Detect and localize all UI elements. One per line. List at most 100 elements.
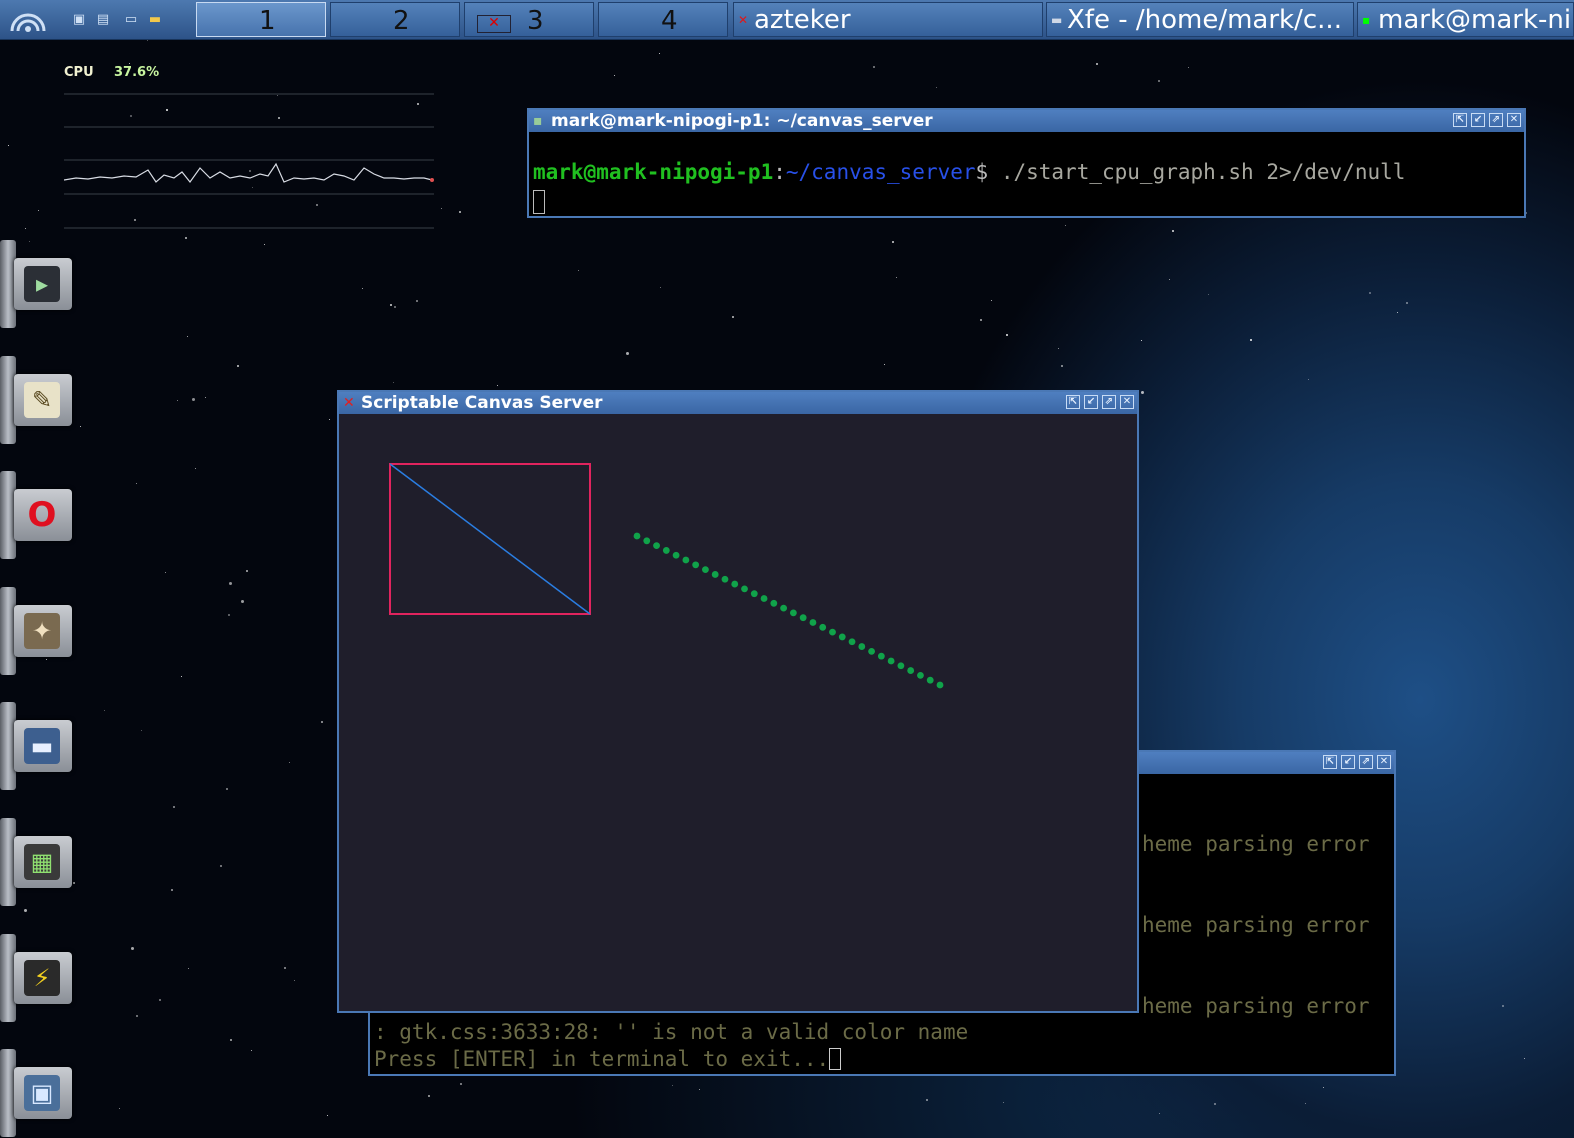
dock-item-opera[interactable]: O — [0, 471, 74, 560]
workspace-4[interactable]: 4 — [598, 2, 728, 37]
canvas-dot — [838, 633, 846, 641]
workspace-1[interactable]: 1 — [196, 2, 326, 37]
dock-tile: ▣ — [14, 1067, 72, 1120]
star — [991, 300, 992, 302]
star — [263, 244, 265, 246]
canvas-dot — [829, 628, 836, 636]
folder-icon[interactable]: ▬ — [144, 4, 166, 34]
shade-icon[interactable]: ⇱ — [1453, 113, 1467, 127]
star — [896, 276, 898, 278]
star — [38, 209, 40, 211]
dock-item-calculator[interactable]: ▦ — [0, 818, 74, 906]
terminal-prompt-line: mark@mark-nipogi-p1:~/canvas_server$ ./s… — [533, 160, 1405, 184]
task-xfe[interactable]: ▬ Xfe - /home/mark/c... — [1046, 2, 1354, 37]
terminal-window[interactable]: ▪ mark@mark-nipogi-p1: ~/canvas_server ⇱… — [527, 108, 1526, 218]
star — [289, 762, 291, 763]
workspace-3[interactable]: ✕ 3 — [464, 2, 594, 37]
canvas-dot — [702, 566, 709, 574]
star — [731, 315, 734, 318]
canvas-dot — [819, 623, 827, 631]
maximize-icon[interactable]: ⇗ — [1102, 395, 1116, 409]
canvas-dot — [672, 551, 680, 559]
terminal-icon: ▪ — [533, 113, 543, 129]
drawing-canvas[interactable] — [339, 414, 1137, 1011]
star — [613, 75, 615, 77]
xfe-icon: ▬ — [24, 728, 60, 765]
star — [1524, 1057, 1526, 1059]
canvas-dot — [682, 556, 690, 564]
canvas-dot — [770, 599, 778, 607]
titlebar[interactable]: ▪ mark@mark-nipogi-p1: ~/canvas_server ⇱… — [529, 110, 1524, 132]
canvas-dot — [760, 595, 768, 602]
shade-icon[interactable]: ⇱ — [1066, 395, 1080, 409]
show-desktop-icon[interactable]: ▣ — [68, 4, 90, 34]
canvas-dot — [750, 590, 758, 598]
dock-tile: ✎ — [14, 373, 72, 426]
window-buttons: ⇱ ↙ ⇗ ✕ — [1066, 395, 1134, 409]
windows-icon[interactable]: ▤ — [92, 4, 114, 34]
star — [177, 400, 179, 402]
workspace-2[interactable]: 2 — [330, 2, 460, 37]
image-viewer-icon: ▣ — [24, 1075, 60, 1112]
error-line: heme parsing error — [1142, 994, 1370, 1018]
task-terminal[interactable]: ▪ mark@mark-nipogi-p1: ~/canvas_server — [1357, 2, 1574, 37]
dock-item-power[interactable]: ⚡ — [0, 933, 74, 1022]
star — [1060, 364, 1063, 367]
maximize-icon[interactable]: ⇗ — [1489, 113, 1503, 127]
terminal-launch-icon[interactable]: ▭ — [120, 4, 142, 34]
star — [1169, 279, 1171, 281]
canvas-server-window[interactable]: ✕ Scriptable Canvas Server ⇱ ↙ ⇗ ✕ — [337, 390, 1139, 1013]
canvas-dot — [789, 609, 797, 617]
cursor — [533, 190, 545, 214]
dock-item-xfe[interactable]: ▬ — [0, 702, 74, 791]
close-icon[interactable]: ✕ — [1507, 113, 1521, 127]
star — [140, 730, 142, 732]
task-azteker[interactable]: ✕ azteker — [733, 2, 1043, 37]
exit-prompt-line: Press [ENTER] in terminal to exit... — [374, 1047, 842, 1071]
canvas-dot — [692, 561, 700, 569]
terminal-icon: ▪ — [1362, 13, 1371, 27]
dock-tile: O — [14, 489, 72, 542]
star — [1208, 293, 1210, 295]
star — [427, 1094, 430, 1097]
close-icon[interactable]: ✕ — [1120, 395, 1134, 409]
minimize-icon[interactable]: ↙ — [1471, 113, 1485, 127]
window-buttons: ⇱ ↙ ⇗ ✕ — [1323, 755, 1391, 769]
canvas-dot — [662, 547, 670, 554]
titlebar[interactable]: ✕ Scriptable Canvas Server ⇱ ↙ ⇗ ✕ — [339, 392, 1137, 414]
maximize-icon[interactable]: ⇗ — [1359, 755, 1373, 769]
star — [1405, 302, 1408, 305]
dock-item-gimp[interactable]: ✦ — [0, 586, 74, 675]
shade-icon[interactable]: ⇱ — [1323, 755, 1337, 769]
star — [237, 364, 240, 367]
star — [1308, 378, 1310, 380]
star — [230, 1039, 233, 1042]
menu-icon[interactable] — [6, 4, 50, 34]
star — [135, 1015, 138, 1018]
x-icon: ✕ — [738, 13, 749, 27]
star — [328, 419, 330, 421]
star — [394, 306, 397, 309]
workspace-number: 3 — [527, 6, 544, 36]
close-icon[interactable]: ✕ — [1377, 755, 1391, 769]
canvas-dot — [731, 580, 739, 588]
text-editor-icon: ✎ — [24, 381, 60, 418]
star — [246, 570, 249, 573]
dock-tile: ✦ — [14, 604, 72, 657]
star — [159, 999, 162, 1002]
taskbar: ▣ ▤ ▭ ▬ 1 2 ✕ 3 4 ✕ azteker ▬ Xfe - /hom… — [0, 0, 1574, 40]
dock-item-text-editor[interactable]: ✎ — [0, 355, 74, 444]
cpu-value: 37.6% — [114, 65, 160, 80]
star — [660, 286, 662, 288]
star — [186, 336, 188, 338]
prompt-path: ~/canvas_server — [785, 160, 976, 184]
dock-item-image-viewer[interactable]: ▣ — [0, 1049, 74, 1138]
star — [1396, 311, 1398, 313]
canvas-dot — [897, 662, 905, 670]
dock-item-terminal[interactable]: ▸ — [0, 240, 74, 328]
minimize-icon[interactable]: ↙ — [1341, 755, 1355, 769]
star — [497, 385, 499, 387]
minimize-icon[interactable]: ↙ — [1084, 395, 1098, 409]
error-line: heme parsing error — [1142, 913, 1370, 937]
star — [250, 1050, 252, 1052]
